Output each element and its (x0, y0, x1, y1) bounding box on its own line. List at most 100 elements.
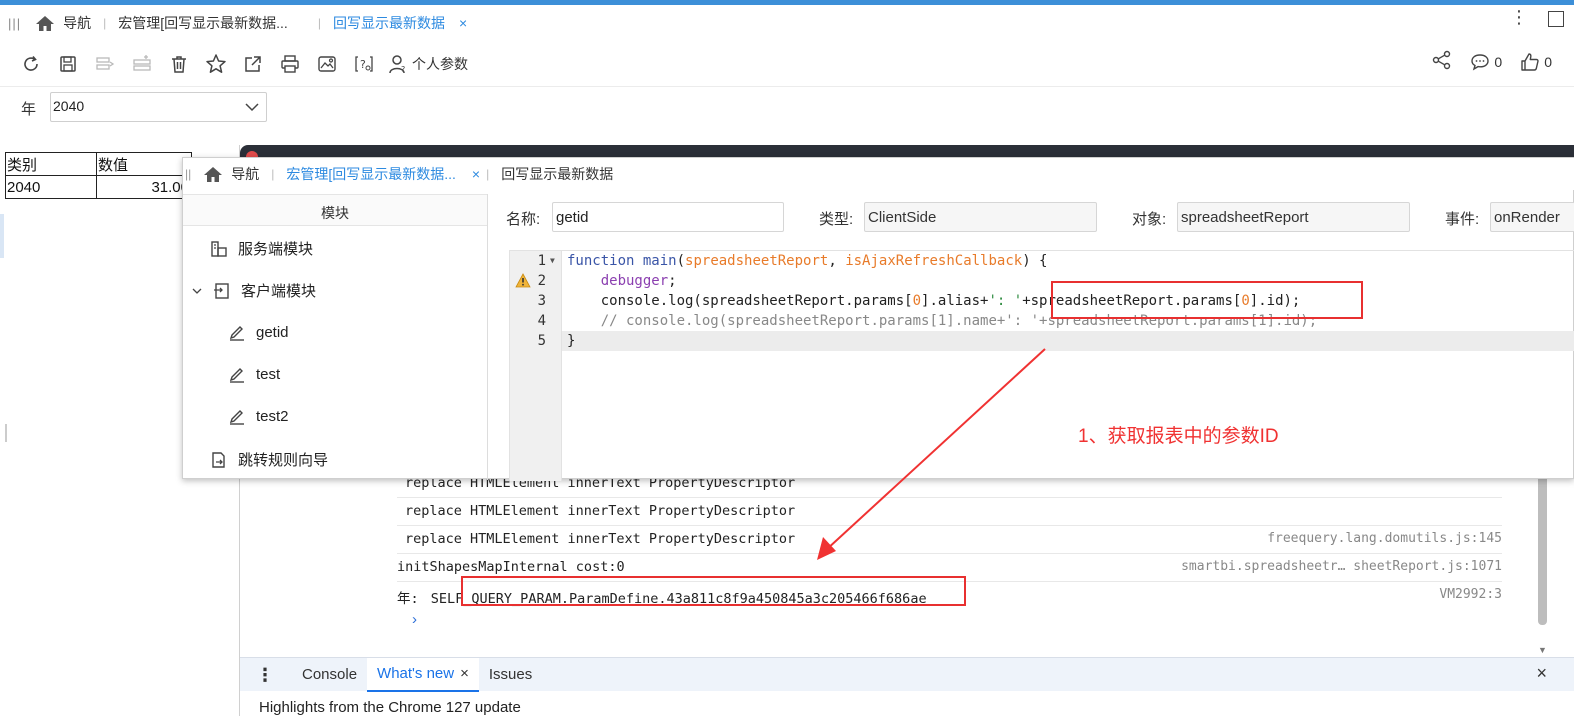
code-editor[interactable]: 1 ▼ 2 3 4 5 function main(spreadsheetRep… (509, 250, 1574, 481)
tab-writeback-report[interactable]: 回写显示最新数据 × (333, 13, 467, 33)
share-button[interactable] (1432, 50, 1452, 73)
tree-item-label: test (256, 365, 281, 383)
chevron-down-icon (245, 103, 259, 112)
svg-text:?: ? (401, 65, 405, 74)
line-number: 2 (537, 273, 546, 289)
event-field[interactable]: onRender (1490, 202, 1574, 232)
more-menu-icon[interactable]: ⋮ (1510, 8, 1528, 26)
console-line-source[interactable]: freequery.lang.domutils.js:145 (1267, 531, 1502, 546)
type-value: ClientSide (868, 209, 937, 226)
comment-count: 0 (1494, 53, 1503, 70)
drawer-close-icon[interactable]: × (1536, 663, 1547, 684)
delete-button[interactable] (160, 49, 197, 79)
drawer-tab-whats-new[interactable]: What's new × (367, 657, 479, 692)
scroll-down-icon[interactable]: ▼ (1538, 645, 1547, 655)
client-module-icon (214, 282, 229, 299)
console-result-label: 年: (397, 591, 419, 607)
tab-macro-manager[interactable]: 宏管理[回写显示最新数据... × | (286, 164, 501, 184)
name-field[interactable]: getid (552, 202, 784, 232)
tab-nav[interactable]: 导航 | (35, 13, 118, 33)
personal-params-label: 个人参数 (412, 56, 468, 72)
report-table: 类别 数值 2040 31.00 (5, 152, 192, 199)
param-help-button[interactable]: ? (345, 49, 382, 79)
open-new-window-button[interactable] (234, 49, 271, 79)
print-icon (280, 55, 299, 73)
chevron-down-icon[interactable] (191, 285, 203, 297)
console-result-source[interactable]: VM2992:3 (1439, 587, 1502, 602)
refresh-button[interactable] (12, 49, 49, 79)
personal-params-button[interactable]: ? 个人参数 (388, 53, 468, 75)
object-field[interactable]: spreadsheetReport (1177, 202, 1410, 232)
favorite-button[interactable] (197, 49, 234, 79)
tree-item-server-module[interactable]: 服务端模块 (210, 238, 313, 259)
tree-item-test[interactable]: test (228, 365, 280, 383)
insert-row-button[interactable] (123, 49, 160, 79)
maximize-icon[interactable] (1548, 11, 1564, 27)
drawer-tab-issues-label: Issues (488, 666, 533, 683)
tab-separator: | (103, 16, 107, 30)
param-help-icon: ? (354, 56, 373, 72)
save-button[interactable] (49, 49, 86, 79)
tree-item-jump-wizard[interactable]: 跳转规则向导 (210, 449, 328, 470)
writeback-button[interactable] (86, 49, 123, 79)
side-drag-handle[interactable] (5, 424, 7, 442)
tree-item-getid[interactable]: getid (228, 323, 289, 341)
tab-nav-label: 导航 (63, 15, 92, 31)
tree-item-label: 跳转规则向导 (238, 452, 329, 469)
console-line-source[interactable]: smartbi.spreadsheetr… sheetReport.js:107… (1181, 559, 1502, 574)
tree-item-test2[interactable]: test2 (228, 407, 289, 425)
toolbar-right: 0 0 (1432, 50, 1552, 73)
devtools-drawer-tabs: ⋮ Console What's new × Issues × (240, 657, 1574, 692)
annotation-text: 1、获取报表中的参数ID (1078, 426, 1279, 447)
macro-tab-bar: || 导航 | 宏管理[回写显示最新数据... × | 回写显示最新数据 (183, 158, 1574, 190)
console-scrollbar[interactable]: ▼ (1535, 475, 1549, 655)
name-value: getid (556, 209, 589, 226)
module-tree-header: 模块 (183, 194, 487, 226)
tab-grip-icon[interactable]: || (185, 167, 191, 181)
tab-macro-manager[interactable]: 宏管理[回写显示最新数据... | (118, 13, 333, 33)
home-icon (35, 15, 55, 32)
tab-close-icon[interactable]: × (459, 15, 467, 31)
fold-arrow-icon[interactable]: ▼ (550, 256, 555, 265)
print-button[interactable] (271, 49, 308, 79)
drawer-tab-whats-new-label: What's new (377, 665, 455, 682)
object-value: spreadsheetReport (1181, 209, 1309, 226)
export-image-icon (317, 56, 336, 72)
export-button[interactable] (308, 49, 345, 79)
drawer-tab-console[interactable]: Console (292, 658, 367, 692)
param-year-select[interactable]: 2040 (50, 92, 267, 122)
toolbar-divider (0, 86, 1574, 87)
tab-writeback-report[interactable]: 回写显示最新数据 (501, 164, 613, 184)
server-module-icon (211, 240, 227, 257)
whats-new-headline: Highlights from the Chrome 127 update (259, 699, 521, 716)
tab-macro-manager-label: 宏管理[回写显示最新数据... (286, 166, 456, 182)
line-number: 4 (537, 313, 546, 329)
refresh-icon (23, 55, 38, 71)
trash-icon (171, 56, 186, 73)
table-cell-category: 2040 (5, 175, 97, 199)
tree-item-client-module[interactable]: 客户端模块 (191, 280, 316, 301)
like-button[interactable]: 0 (1520, 52, 1552, 72)
side-collapse-strip[interactable] (0, 214, 4, 258)
type-label: 类型: (819, 211, 854, 228)
name-label: 名称: (506, 211, 541, 228)
console-line[interactable]: replace HTMLElement innerText PropertyDe… (397, 526, 1502, 554)
type-field[interactable]: ClientSide (864, 202, 1097, 232)
tab-nav[interactable]: 导航 | (203, 164, 286, 184)
tab-separator: | (317, 16, 321, 30)
code-line-2: debugger; (600, 273, 677, 289)
macro-edit-icon (229, 368, 244, 383)
module-tree-panel: 模块 服务端模块 客户端模块 getid test test2 跳转规则向导 (183, 194, 488, 480)
drawer-tab-issues[interactable]: Issues (479, 658, 542, 692)
event-value: onRender (1494, 209, 1560, 226)
comment-button[interactable]: 0 (1470, 52, 1502, 72)
tab-grip-icon[interactable]: ||| (8, 16, 21, 31)
console-prompt-icon[interactable]: › (412, 611, 417, 628)
drawer-menu-icon[interactable]: ⋮ (256, 666, 274, 684)
close-tab-icon[interactable]: × (460, 665, 469, 682)
console-line[interactable]: replace HTMLElement innerText PropertyDe… (397, 498, 1502, 526)
line-number: 5 (537, 333, 546, 349)
code-gutter: 1 ▼ 2 3 4 5 (510, 251, 562, 481)
scrollbar-thumb[interactable] (1538, 475, 1547, 625)
tab-close-icon[interactable]: × (472, 166, 480, 182)
